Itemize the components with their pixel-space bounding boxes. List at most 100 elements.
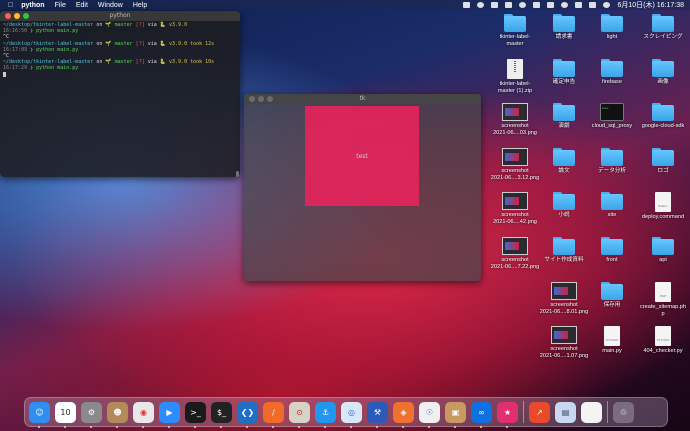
terminal-output[interactable]: ~/desktop/tkinter-label-master on 🌱 mast… bbox=[0, 21, 240, 79]
desktop-item[interactable]: PYTHON main.py bbox=[586, 326, 638, 355]
desktop-item[interactable]: site bbox=[586, 192, 638, 219]
terminal-icon[interactable]: >_ bbox=[185, 401, 206, 428]
document-icon[interactable] bbox=[581, 401, 602, 423]
activity-icon[interactable]: ↗ bbox=[529, 401, 550, 423]
desktop-item[interactable]: front bbox=[586, 237, 638, 264]
control-center-icon[interactable] bbox=[589, 2, 597, 8]
terminal-titlebar[interactable]: python bbox=[0, 11, 240, 21]
contacts-icon[interactable]: ☻ bbox=[107, 401, 128, 428]
desktop-item[interactable]: 画像 bbox=[637, 59, 689, 86]
minimize-icon[interactable] bbox=[14, 13, 20, 19]
desktop-item-label: tkinter-label- master bbox=[499, 34, 531, 47]
finder-icon[interactable]: ☺ bbox=[29, 401, 50, 428]
iterm-icon[interactable]: $_ bbox=[211, 401, 232, 428]
menu-app-name[interactable]: python bbox=[21, 2, 44, 9]
system-preferences-icon[interactable]: ⚙ bbox=[81, 401, 102, 428]
menu-help[interactable]: Help bbox=[133, 2, 147, 9]
infinity-icon[interactable]: ∞ bbox=[471, 401, 492, 428]
desktop-item[interactable]: firebase bbox=[586, 59, 638, 86]
desktop-item-label: ロゴ bbox=[657, 168, 669, 174]
desktop-item[interactable]: SHELL deploy.command bbox=[637, 192, 689, 221]
image-icon[interactable]: ▤ bbox=[555, 401, 576, 423]
safari-icon[interactable]: ◎ bbox=[341, 401, 362, 428]
sourcetree-icon[interactable]: ⚒ bbox=[367, 401, 388, 428]
desktop-item[interactable]: 請求書 bbox=[538, 14, 590, 41]
apple-icon[interactable]:  bbox=[8, 2, 13, 9]
running-indicator bbox=[480, 425, 482, 428]
desktop-item[interactable]: screenshot 2021-06....8.01.png bbox=[538, 282, 590, 315]
desktop-item-label: screenshot 2021-06....7.22.png bbox=[490, 257, 540, 270]
desktop-item[interactable]: screenshot 2021-06....7.22.png bbox=[489, 237, 541, 270]
desktop-item[interactable]: light bbox=[586, 14, 638, 41]
user-icon[interactable] bbox=[603, 2, 611, 8]
zoom-icon[interactable]: ▶ bbox=[159, 401, 180, 428]
terminal-window[interactable]: python ~/desktop/tkinter-label-master on… bbox=[0, 11, 240, 177]
prompt-duration: took 12s bbox=[187, 40, 215, 47]
record-icon[interactable] bbox=[477, 2, 485, 8]
chrome-icon[interactable]: ◉ bbox=[133, 401, 154, 428]
dock-glyph: ⚒ bbox=[373, 407, 382, 417]
monitor-icon[interactable] bbox=[505, 2, 513, 8]
p-icon[interactable] bbox=[491, 2, 499, 8]
running-indicator bbox=[506, 425, 508, 428]
tk-window[interactable]: tk test bbox=[244, 94, 481, 281]
desktop-item[interactable]: tkinter-label- master (1).zip bbox=[489, 59, 541, 94]
dock-separator bbox=[523, 401, 524, 423]
desktop-item[interactable]: 論文 bbox=[538, 148, 590, 175]
reminder-icon[interactable]: ★ bbox=[497, 401, 518, 428]
menu-window[interactable]: Window bbox=[98, 2, 123, 9]
swift-playgrounds-icon[interactable]: ∕ bbox=[263, 401, 284, 428]
battery-icon[interactable] bbox=[547, 2, 555, 8]
wifi-icon[interactable] bbox=[561, 2, 569, 8]
sequel-pro-icon[interactable]: ⊙ bbox=[289, 401, 310, 428]
minimize-icon[interactable] bbox=[258, 96, 264, 102]
desktop-item[interactable]: PYTHON 404_checker.py bbox=[637, 326, 689, 355]
desktop-item[interactable]: PHP create_sitemap.ph p bbox=[637, 282, 689, 317]
git-icon[interactable]: ◈ bbox=[393, 401, 414, 428]
desktop-item[interactable]: 演劇 bbox=[538, 103, 590, 130]
desktop-item-label: screenshot 2021-06....8.01.png bbox=[539, 302, 589, 315]
running-indicator bbox=[298, 425, 300, 428]
desktop-item[interactable]: スクレイピング bbox=[637, 14, 689, 41]
search-icon[interactable] bbox=[575, 2, 583, 8]
vscode-icon[interactable]: ❮❯ bbox=[237, 401, 258, 428]
preview-icon[interactable]: ▣ bbox=[445, 401, 466, 428]
calendar-icon[interactable]: 10 bbox=[55, 401, 76, 428]
close-icon[interactable] bbox=[249, 96, 255, 102]
menu-edit[interactable]: Edit bbox=[76, 2, 88, 9]
dropbox-icon[interactable] bbox=[463, 2, 471, 8]
bluetooth-icon[interactable] bbox=[533, 2, 541, 8]
desktop-item[interactable]: 確定申告 bbox=[538, 59, 590, 86]
menu-file[interactable]: File bbox=[55, 2, 66, 9]
prompt-time: 16:17:09 bbox=[3, 46, 28, 53]
desktop-item[interactable]: ロゴ bbox=[637, 148, 689, 175]
desktop-item-label: deploy.command bbox=[641, 214, 685, 220]
docker-icon[interactable]: ⚓ bbox=[315, 401, 336, 428]
desktop-item[interactable]: サイト作成資料 bbox=[538, 237, 590, 264]
close-icon[interactable] bbox=[5, 13, 11, 19]
cpu-icon[interactable] bbox=[519, 2, 527, 8]
tk-titlebar[interactable]: tk bbox=[244, 94, 481, 104]
desktop-item[interactable]: 保存用 bbox=[586, 282, 638, 309]
prompt-branch: 🌱 master bbox=[105, 22, 133, 28]
shot-icon bbox=[502, 148, 528, 166]
desktop-item[interactable]: screenshot 2021-06....42.png bbox=[489, 192, 541, 225]
zoom-icon[interactable] bbox=[267, 96, 273, 102]
prompt-via: via bbox=[144, 59, 160, 66]
desktop-item[interactable]: exec cloud_sql_proxy bbox=[586, 103, 638, 130]
desktop-item[interactable]: google-cloud-sdk bbox=[637, 103, 689, 130]
desktop-item[interactable]: api bbox=[637, 237, 689, 264]
fiddler-icon[interactable]: ☉ bbox=[419, 401, 440, 428]
desktop-item[interactable]: 小説 bbox=[538, 192, 590, 219]
desktop-item[interactable]: screenshot 2021-06....3.12.png bbox=[489, 148, 541, 181]
terminal-scrollbar[interactable] bbox=[236, 171, 239, 177]
desktop-item[interactable]: tkinter-label- master bbox=[489, 14, 541, 47]
desktop-item[interactable]: データ分析 bbox=[586, 148, 638, 175]
desktop-item[interactable]: screenshot 2021-06....1.07.png bbox=[538, 326, 590, 359]
desktop-item[interactable]: screenshot 2021-06....03.png bbox=[489, 103, 541, 136]
running-indicator bbox=[350, 425, 352, 428]
trash-icon[interactable]: ♲ bbox=[613, 401, 634, 423]
zoom-icon[interactable] bbox=[23, 13, 29, 19]
desktop-item-label: スクレイピング bbox=[643, 34, 683, 40]
datetime[interactable]: 6月10日(木) 16:17:38 bbox=[617, 0, 684, 10]
